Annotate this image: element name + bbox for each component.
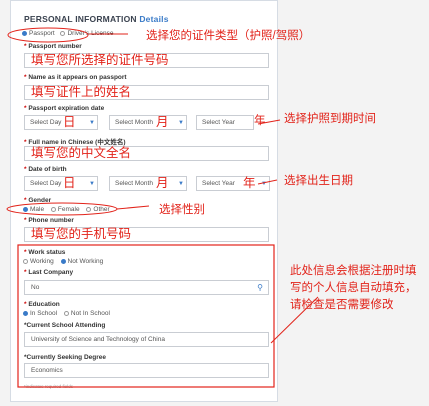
autofill-line-1: 此处信息会根据注册时填 — [290, 265, 417, 277]
autofill-annotation: 此处信息会根据注册时填 写的个人信息自动填充， 请检查是否需要修改 — [290, 263, 417, 314]
id-type-annotation: 选择您的证件类型（护照/驾照） — [146, 30, 311, 42]
annotation-overlay — [6, 27, 319, 388]
autofill-line-3: 请检查是否需要修改 — [290, 299, 394, 311]
expiry-arrow — [257, 119, 281, 125]
expiry-annotation: 选择护照到期时间 — [284, 113, 376, 125]
dob-annotation: 选择出生日期 — [284, 175, 353, 187]
autofill-highlight — [17, 244, 275, 388]
gender-highlight — [6, 202, 118, 216]
dob-arrow — [257, 179, 278, 185]
gender-arrow — [116, 205, 150, 210]
gender-annotation: 选择性别 — [159, 204, 205, 216]
id-type-highlight — [7, 27, 89, 43]
autofill-line-2: 写的个人信息自动填充， — [290, 282, 417, 294]
